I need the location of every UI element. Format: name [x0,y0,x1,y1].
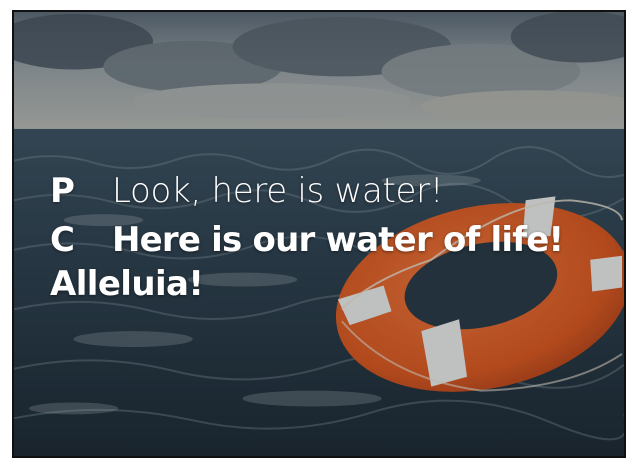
congregation-speaker-label: C [50,220,75,260]
congregation-line: C Here is our water of life! [50,218,610,262]
congregation-alleluia: Alleluia! [50,264,204,304]
leader-text: Look, here is water! [112,171,444,211]
leader-line: P Look, here is water! [50,170,610,212]
leader-speaker-label: P [50,171,75,211]
liturgy-text: P Look, here is water! C Here is our wat… [50,170,610,306]
congregation-text: Here is our water of life! [112,220,564,260]
slide-frame: P Look, here is water! C Here is our wat… [12,10,626,458]
